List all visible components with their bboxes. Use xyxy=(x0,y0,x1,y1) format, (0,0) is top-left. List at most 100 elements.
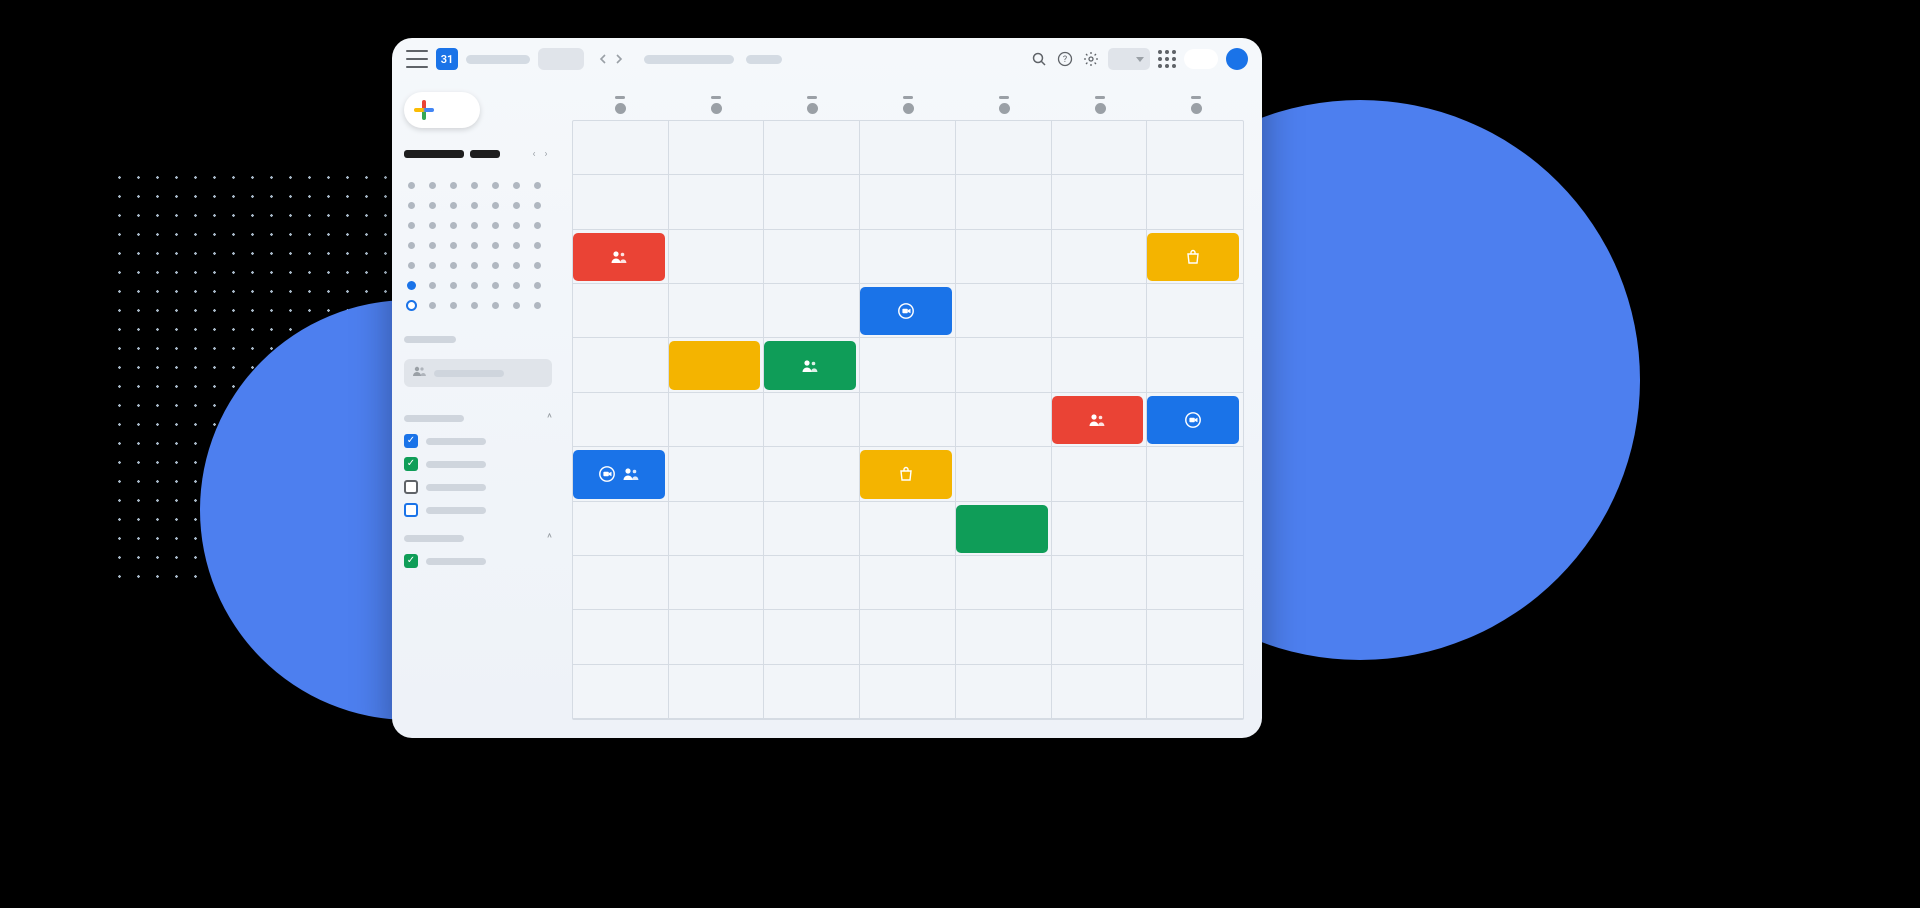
grid-cell[interactable] xyxy=(1052,230,1148,284)
grid-cell[interactable] xyxy=(573,121,669,175)
grid-cell[interactable] xyxy=(1052,610,1148,664)
grid-cell[interactable] xyxy=(956,447,1052,501)
calendar-grid[interactable] xyxy=(572,120,1244,720)
mini-calendar-day[interactable] xyxy=(471,202,478,209)
grid-cell[interactable] xyxy=(860,393,956,447)
grid-cell[interactable] xyxy=(956,175,1052,229)
day-header[interactable] xyxy=(572,96,668,114)
create-button[interactable] xyxy=(404,92,480,128)
grid-cell[interactable] xyxy=(956,338,1052,392)
mini-calendar-day[interactable] xyxy=(492,302,499,309)
grid-cell[interactable] xyxy=(669,121,765,175)
mini-calendar-day[interactable] xyxy=(492,202,499,209)
mini-calendar-day[interactable] xyxy=(450,302,457,309)
grid-cell[interactable] xyxy=(1052,121,1148,175)
mini-calendar-day[interactable] xyxy=(450,202,457,209)
mini-calendar-day[interactable] xyxy=(429,202,436,209)
mini-calendar-day[interactable] xyxy=(450,222,457,229)
event[interactable] xyxy=(860,287,952,335)
mini-calendar-day[interactable] xyxy=(534,222,541,229)
grid-cell[interactable] xyxy=(573,393,669,447)
mini-calendar-day[interactable] xyxy=(450,282,457,289)
view-dropdown[interactable] xyxy=(1108,48,1150,70)
grid-cell[interactable] xyxy=(764,665,860,719)
grid-cell[interactable] xyxy=(669,556,765,610)
mini-calendar-day[interactable] xyxy=(492,282,499,289)
mini-calendar-day[interactable] xyxy=(513,202,520,209)
mini-calendar-day[interactable] xyxy=(513,302,520,309)
grid-cell[interactable] xyxy=(669,175,765,229)
mini-calendar-day[interactable] xyxy=(408,182,415,189)
calendar-checkbox[interactable] xyxy=(404,434,418,448)
mini-calendar-day[interactable] xyxy=(534,202,541,209)
mini-calendar[interactable] xyxy=(404,178,552,312)
grid-cell[interactable] xyxy=(764,284,860,338)
mini-calendar-day[interactable] xyxy=(429,302,436,309)
grid-cell[interactable] xyxy=(764,610,860,664)
menu-icon[interactable] xyxy=(406,50,428,68)
mini-calendar-day[interactable] xyxy=(492,222,499,229)
grid-cell[interactable] xyxy=(669,447,765,501)
day-header[interactable] xyxy=(956,96,1052,114)
mini-calendar-day[interactable] xyxy=(492,262,499,269)
grid-cell[interactable] xyxy=(860,230,956,284)
grid-cell[interactable] xyxy=(1052,447,1148,501)
mini-calendar-day[interactable] xyxy=(408,222,415,229)
calendar-group-header[interactable]: ^ xyxy=(404,411,552,425)
grid-cell[interactable] xyxy=(1147,447,1243,501)
mini-calendar-day[interactable] xyxy=(407,281,416,290)
user-avatar[interactable] xyxy=(1226,48,1248,70)
grid-cell[interactable] xyxy=(956,665,1052,719)
grid-cell[interactable] xyxy=(956,284,1052,338)
mini-next-button[interactable]: › xyxy=(540,148,552,160)
grid-cell[interactable] xyxy=(1052,502,1148,556)
grid-cell[interactable] xyxy=(764,556,860,610)
mini-calendar-day[interactable] xyxy=(429,242,436,249)
event[interactable] xyxy=(1147,396,1239,444)
next-period-button[interactable] xyxy=(612,52,626,66)
grid-cell[interactable] xyxy=(1147,121,1243,175)
grid-cell[interactable] xyxy=(669,284,765,338)
event[interactable] xyxy=(956,505,1048,553)
help-icon[interactable]: ? xyxy=(1056,50,1074,68)
grid-cell[interactable] xyxy=(764,447,860,501)
grid-cell[interactable] xyxy=(669,502,765,556)
day-header[interactable] xyxy=(668,96,764,114)
grid-cell[interactable] xyxy=(860,556,956,610)
grid-cell[interactable] xyxy=(1147,665,1243,719)
grid-cell[interactable] xyxy=(860,338,956,392)
grid-cell[interactable] xyxy=(573,502,669,556)
mini-calendar-day[interactable] xyxy=(513,182,520,189)
mini-calendar-day[interactable] xyxy=(429,182,436,189)
grid-cell[interactable] xyxy=(573,556,669,610)
day-header[interactable] xyxy=(1052,96,1148,114)
account-switcher[interactable] xyxy=(1184,49,1218,69)
grid-cell[interactable] xyxy=(956,121,1052,175)
day-header[interactable] xyxy=(1148,96,1244,114)
mini-calendar-day[interactable] xyxy=(471,242,478,249)
grid-cell[interactable] xyxy=(956,393,1052,447)
event[interactable] xyxy=(573,450,665,498)
mini-calendar-day[interactable] xyxy=(429,282,436,289)
grid-cell[interactable] xyxy=(669,665,765,719)
grid-cell[interactable] xyxy=(956,230,1052,284)
mini-calendar-day[interactable] xyxy=(513,242,520,249)
apps-icon[interactable] xyxy=(1158,50,1176,68)
mini-calendar-day[interactable] xyxy=(471,182,478,189)
grid-cell[interactable] xyxy=(573,665,669,719)
grid-cell[interactable] xyxy=(764,230,860,284)
mini-calendar-day[interactable] xyxy=(429,222,436,229)
mini-calendar-day[interactable] xyxy=(408,202,415,209)
grid-cell[interactable] xyxy=(860,175,956,229)
mini-calendar-day[interactable] xyxy=(406,300,417,311)
grid-cell[interactable] xyxy=(669,393,765,447)
mini-calendar-day[interactable] xyxy=(471,262,478,269)
grid-cell[interactable] xyxy=(956,610,1052,664)
calendar-checkbox[interactable] xyxy=(404,480,418,494)
calendar-item[interactable] xyxy=(404,503,552,517)
prev-period-button[interactable] xyxy=(596,52,610,66)
grid-cell[interactable] xyxy=(764,121,860,175)
mini-calendar-day[interactable] xyxy=(492,182,499,189)
event[interactable] xyxy=(573,233,665,281)
grid-cell[interactable] xyxy=(860,610,956,664)
